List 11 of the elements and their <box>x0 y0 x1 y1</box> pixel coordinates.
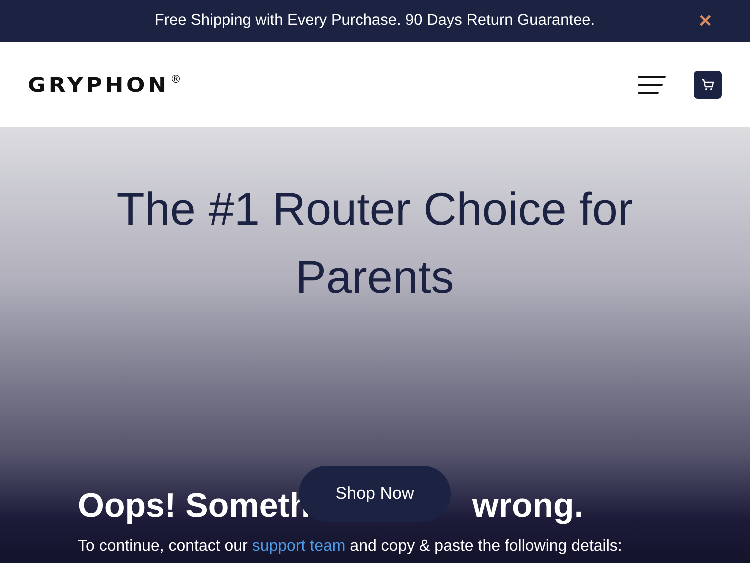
menu-icon[interactable] <box>638 74 666 94</box>
brand-logo[interactable]: GRYPHON <box>28 72 170 96</box>
support-link[interactable]: support team <box>252 538 346 555</box>
hero-headline: The #1 Router Choice for Parents <box>116 182 634 305</box>
cart-button[interactable] <box>694 70 722 98</box>
error-heading: wrong. <box>472 486 584 526</box>
error-message: To continue, contact our support team and copy & paste the following details: <box>78 538 624 556</box>
close-button[interactable]: × <box>697 9 714 33</box>
registered-mark: ® <box>170 72 182 86</box>
announcement-text: Free Shipping with Every Purchase. 90 Days Return Guarantee. <box>154 12 596 30</box>
cart-icon <box>701 78 715 92</box>
